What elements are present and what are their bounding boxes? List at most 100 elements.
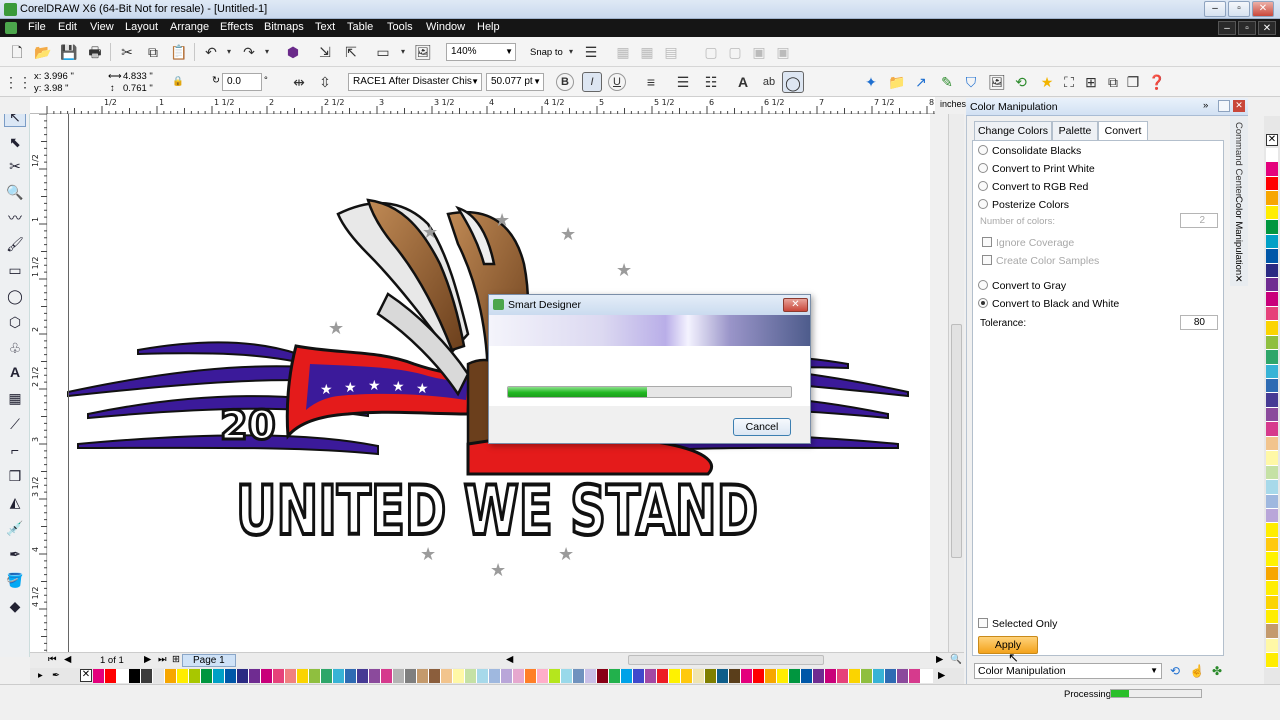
option-ignore-coverage[interactable]: Ignore Coverage xyxy=(982,237,1074,249)
color-swatch[interactable] xyxy=(825,669,837,683)
x-position-field[interactable]: x: 3.996 " xyxy=(34,71,74,82)
ungroup-icon[interactable]: ▤ xyxy=(660,41,682,63)
color-swatch[interactable] xyxy=(489,669,501,683)
menu-layout[interactable]: Layout xyxy=(125,21,158,33)
lock-ratio-icon[interactable]: 🔒 xyxy=(172,76,184,87)
options-icon[interactable]: ☰ xyxy=(580,41,602,63)
dimension-tool-icon[interactable]: ⟋ xyxy=(4,413,26,435)
color-swatch[interactable] xyxy=(297,669,309,683)
width-field[interactable]: 4.833 " xyxy=(123,71,153,82)
side-tab-color-manipulation[interactable]: Color Manipulation xyxy=(1233,196,1244,275)
window-icon[interactable]: ❐ xyxy=(1122,71,1144,93)
break-apart-icon[interactable]: ▢ xyxy=(724,41,746,63)
menu-effects[interactable]: Effects xyxy=(220,21,253,33)
bold-button[interactable]: B xyxy=(556,73,574,91)
add-page-icon[interactable]: ⊞ xyxy=(172,654,180,665)
color-swatch[interactable] xyxy=(549,669,561,683)
color-swatch[interactable] xyxy=(837,669,849,683)
minimize-button[interactable]: – xyxy=(1204,1,1226,17)
interactive-fill-tool-icon[interactable]: ◆ xyxy=(4,595,26,617)
color-swatch[interactable] xyxy=(513,669,525,683)
menu-window[interactable]: Window xyxy=(426,21,465,33)
open-folder-icon[interactable]: 📂 xyxy=(32,41,54,63)
color-swatch[interactable] xyxy=(381,669,393,683)
color-swatch[interactable] xyxy=(753,669,765,683)
color-swatch[interactable] xyxy=(1266,220,1278,235)
color-swatch[interactable] xyxy=(669,669,681,683)
color-swatch[interactable] xyxy=(405,669,417,683)
docker-select-combo[interactable]: Color Manipulation ▼ xyxy=(974,663,1162,679)
color-swatch[interactable] xyxy=(201,669,213,683)
color-swatch[interactable] xyxy=(249,669,261,683)
color-swatch[interactable] xyxy=(777,669,789,683)
ruler-corner[interactable] xyxy=(0,97,30,114)
color-swatch[interactable] xyxy=(1266,595,1278,610)
color-styles-icon[interactable]: ✤ xyxy=(1208,662,1226,680)
color-swatch[interactable] xyxy=(1266,249,1278,264)
color-swatch[interactable] xyxy=(729,669,741,683)
color-swatch[interactable] xyxy=(909,669,921,683)
color-swatch[interactable] xyxy=(561,669,573,683)
scroll-left-icon[interactable]: ◀ xyxy=(506,654,513,665)
page-tab[interactable]: Page 1 xyxy=(182,654,236,667)
menu-file[interactable]: File xyxy=(28,21,46,33)
color-swatch[interactable] xyxy=(1266,407,1278,423)
color-swatch[interactable] xyxy=(225,669,237,683)
color-swatch[interactable] xyxy=(141,669,153,683)
previous-page-icon[interactable]: ◀ xyxy=(64,654,71,665)
text-properties-icon[interactable]: A xyxy=(732,71,754,93)
snap-to-label[interactable]: Snap to xyxy=(530,47,563,58)
color-swatch[interactable] xyxy=(345,669,357,683)
color-swatch[interactable] xyxy=(1266,494,1278,509)
color-swatch[interactable] xyxy=(525,669,537,683)
basic-shapes-tool-icon[interactable]: ♧ xyxy=(4,337,26,359)
color-swatch[interactable] xyxy=(885,669,897,683)
color-swatch[interactable] xyxy=(1266,451,1278,466)
color-swatch[interactable] xyxy=(849,669,861,683)
open-folder-icon[interactable]: 📁 xyxy=(886,71,908,93)
radio-button[interactable] xyxy=(978,199,988,209)
color-swatch[interactable] xyxy=(1266,162,1278,177)
color-swatch[interactable] xyxy=(357,669,369,683)
zoom-tool-icon[interactable]: 🔍 xyxy=(4,181,26,203)
outline-pen-tool-icon[interactable]: ✒ xyxy=(4,543,26,565)
color-swatch[interactable] xyxy=(633,669,645,683)
docker-expand-icon[interactable]: » xyxy=(1203,100,1208,111)
option-consolidate-blacks[interactable]: Consolidate Blacks xyxy=(978,145,1081,157)
side-tab-command-center[interactable]: Command Center xyxy=(1233,122,1244,197)
eyedropper-tool-icon[interactable]: 💉 xyxy=(4,517,26,539)
number-of-colors-spinner[interactable]: 2 xyxy=(1180,213,1218,228)
color-swatch[interactable] xyxy=(1266,364,1278,379)
color-swatch[interactable] xyxy=(741,669,753,683)
redo-dropdown-icon[interactable]: ▾ xyxy=(262,41,272,63)
corel-connect-icon[interactable]: ⬢ xyxy=(282,41,304,63)
color-swatch[interactable] xyxy=(861,669,873,683)
pen-icon[interactable]: ✎ xyxy=(936,71,958,93)
welcome-screen-icon[interactable]: 🖼 xyxy=(412,41,434,63)
menu-text[interactable]: Text xyxy=(315,21,335,33)
vertical-scrollbar[interactable] xyxy=(948,114,964,652)
paste-icon[interactable]: 📋 xyxy=(168,41,190,63)
color-swatch[interactable] xyxy=(1266,335,1278,351)
color-swatch[interactable] xyxy=(1266,350,1278,365)
export-icon[interactable]: ⇱ xyxy=(340,41,362,63)
color-swatch[interactable] xyxy=(1266,234,1278,250)
color-swatch[interactable] xyxy=(273,669,285,683)
color-swatch[interactable] xyxy=(789,669,801,683)
radio-button[interactable] xyxy=(978,145,988,155)
color-swatch[interactable] xyxy=(117,669,129,683)
menu-bitmaps[interactable]: Bitmaps xyxy=(264,21,304,33)
color-swatch[interactable] xyxy=(1266,205,1278,221)
color-swatch[interactable] xyxy=(105,669,117,683)
new-document-icon[interactable]: 🗋 xyxy=(6,41,28,63)
connector-tool-icon[interactable]: ⌐ xyxy=(4,439,26,461)
tab-change-colors[interactable]: Change Colors xyxy=(974,121,1052,140)
color-swatch[interactable] xyxy=(681,669,693,683)
undo-icon[interactable]: ↶ xyxy=(200,41,222,63)
color-swatch[interactable] xyxy=(153,669,165,683)
zoom-level-combo[interactable]: 140% ▼ xyxy=(446,43,516,61)
font-list-combo[interactable]: RACE1 After Disaster Chis ▼ xyxy=(348,73,482,91)
option-selected-only[interactable]: Selected Only xyxy=(978,618,1057,630)
color-swatch[interactable] xyxy=(1266,624,1278,639)
publish-pdf-icon[interactable]: ▭ xyxy=(372,41,394,63)
